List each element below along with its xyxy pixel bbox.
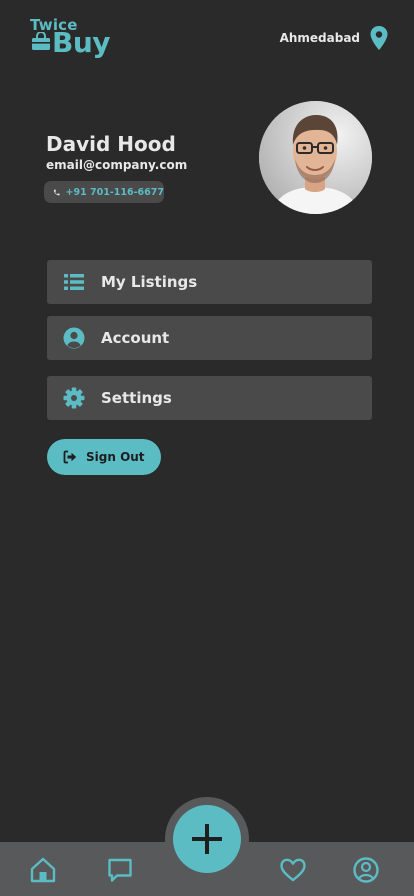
sign-out-icon [63,450,77,464]
menu-item-settings[interactable]: Settings [47,376,372,420]
profile-email: email@company.com [46,158,188,172]
sign-out-label: Sign Out [86,450,145,464]
user-circle-icon [63,327,85,349]
chat-icon[interactable] [106,856,134,884]
add-listing-button[interactable] [173,805,241,873]
map-pin-icon [370,26,388,50]
menu-item-label: My Listings [101,273,198,291]
logo-text-buy: Buy [52,26,111,59]
location-selector[interactable]: Ahmedabad [280,26,388,50]
shopping-bag-icon [32,32,50,50]
sign-out-button[interactable]: Sign Out [47,439,161,475]
user-photo [259,101,372,214]
phone-icon [53,189,60,195]
gear-icon [63,387,85,409]
profile-name: David Hood [46,132,176,156]
location-label: Ahmedabad [279,31,360,45]
list-icon [64,274,84,290]
plus-icon [192,824,222,854]
phone-badge: +91 701-116-6677 [44,181,164,203]
profile-icon[interactable] [352,856,380,884]
home-icon[interactable] [29,856,57,884]
menu-item-label: Settings [101,389,172,407]
menu-item-account[interactable]: Account [47,316,372,360]
menu-item-label: Account [101,329,170,347]
heart-icon[interactable] [279,856,307,884]
menu-item-my-listings[interactable]: My Listings [47,260,372,304]
app-logo[interactable]: Twice Buy [30,16,112,60]
phone-number: +91 701-116-6677 [65,186,164,198]
avatar[interactable] [259,101,372,214]
